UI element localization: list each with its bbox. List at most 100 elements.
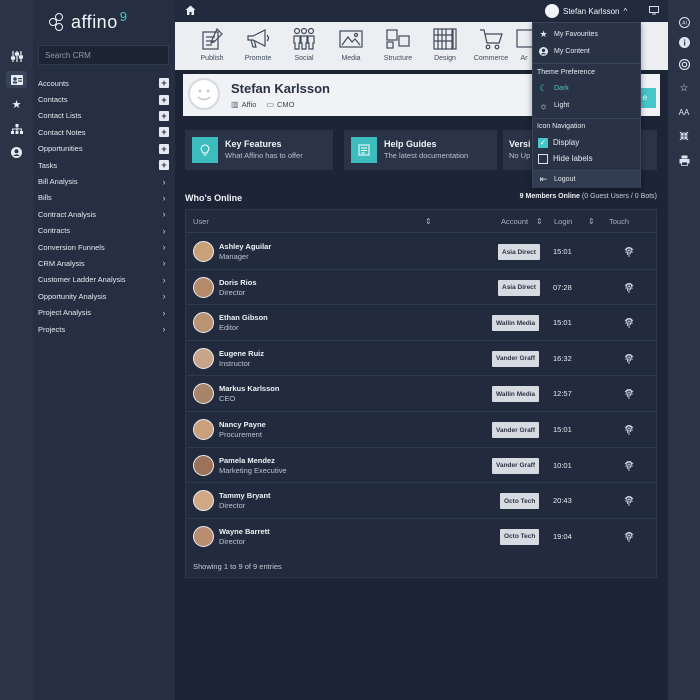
option-hide-labels[interactable]: Hide labels [533, 150, 640, 167]
table-row[interactable]: Doris Rios Director Asia Direct 07:28 [186, 270, 656, 306]
sidebar-item-projects[interactable]: Projects › [38, 321, 169, 337]
sidebar-item-bills[interactable]: Bills › [38, 190, 169, 206]
theme-option-dark[interactable]: ☾ Dark [533, 80, 640, 97]
account-badge[interactable]: Asia Direct [498, 279, 540, 296]
table-row[interactable]: Tammy Bryant Director Octo Tech 20:43 [186, 483, 656, 519]
contact-card-icon[interactable] [6, 71, 27, 88]
user-name[interactable]: Nancy Payne [219, 420, 266, 429]
monitor-icon[interactable] [649, 6, 659, 15]
column-account[interactable]: Account [501, 217, 528, 226]
table-row[interactable]: Ethan Gibson Editor Wallin Media 15:01 [186, 305, 656, 341]
add-icon[interactable]: + [159, 143, 169, 154]
star-outline-icon[interactable]: ☆ [676, 81, 692, 95]
sidebar-item-conversion-funnels[interactable]: Conversion Funnels › [38, 239, 169, 255]
fingerprint-icon[interactable] [623, 387, 635, 400]
add-icon[interactable]: + [159, 94, 169, 105]
fingerprint-icon[interactable] [623, 423, 635, 436]
fingerprint-icon[interactable] [623, 281, 635, 294]
fingerprint-icon[interactable] [623, 494, 635, 507]
checkbox-checked[interactable]: ✓ [538, 137, 548, 148]
user-name[interactable]: Ethan Gibson [219, 313, 268, 322]
tool-structure[interactable]: Structure [376, 26, 420, 68]
column-login[interactable]: Login [554, 217, 572, 226]
sidebar-item-opportunity-analysis[interactable]: Opportunity Analysis › [38, 288, 169, 304]
add-icon[interactable]: + [159, 110, 169, 121]
account-badge[interactable]: Vander Graff [492, 422, 540, 438]
column-touch[interactable]: Touch [609, 217, 629, 226]
user-name[interactable]: Ashley Aguilar [219, 242, 271, 251]
info-icon[interactable] [676, 35, 692, 49]
sidebar-item-bill-analysis[interactable]: Bill Analysis › [38, 173, 169, 189]
life-ring-icon[interactable] [676, 57, 692, 71]
tool-commerce[interactable]: Commerce [469, 26, 513, 68]
search-input[interactable] [38, 45, 169, 65]
sliders-icon[interactable] [6, 48, 27, 65]
table-row[interactable]: Markus Karlsson CEO Wallin Media 12:57 [186, 376, 656, 412]
text-size-icon[interactable]: AA [676, 105, 692, 119]
column-user[interactable]: User [193, 217, 209, 226]
tool-design[interactable]: Design [423, 26, 467, 68]
print-icon[interactable] [676, 153, 692, 167]
fingerprint-icon[interactable] [623, 459, 635, 472]
add-icon[interactable]: + [159, 78, 169, 89]
sort-icon[interactable]: ⇕ [536, 217, 543, 226]
sort-icon[interactable]: ⇕ [588, 217, 595, 226]
table-row[interactable]: Pamela Mendez Marketing Executive Vander… [186, 448, 656, 484]
sidebar-item-contracts[interactable]: Contracts › [38, 223, 169, 239]
tool-publish[interactable]: Publish [190, 26, 234, 68]
account-badge[interactable]: Asia Direct [498, 244, 540, 260]
sidebar-item-customer-ladder-analysis[interactable]: Customer Ladder Analysis › [38, 272, 169, 288]
option-display[interactable]: ✓ Display [533, 134, 640, 151]
sidebar-item-opportunities[interactable]: Opportunities + [38, 141, 169, 157]
sidebar-item-project-analysis[interactable]: Project Analysis › [38, 304, 169, 320]
sidebar-item-contact-notes[interactable]: Contact Notes + [38, 124, 169, 140]
sitemap-icon[interactable] [6, 120, 27, 137]
account-badge[interactable]: Vander Graff [492, 457, 540, 474]
user-circle-icon[interactable] [6, 144, 27, 161]
star-icon[interactable]: ★ [6, 96, 27, 113]
sidebar-item-crm-analysis[interactable]: CRM Analysis › [38, 255, 169, 271]
account-badge[interactable]: Octo Tech [500, 528, 540, 545]
add-icon[interactable]: + [159, 160, 169, 171]
tool-promote[interactable]: Promote [236, 26, 280, 68]
sidebar-item-contact-lists[interactable]: Contact Lists + [38, 108, 169, 124]
fingerprint-icon[interactable] [623, 245, 635, 258]
table-row[interactable]: Nancy Payne Procurement Vander Graff 15:… [186, 412, 656, 448]
home-icon[interactable] [185, 5, 196, 16]
menu-item-my-content[interactable]: My Content [533, 43, 640, 60]
user-name[interactable]: Pamela Mendez [219, 456, 275, 465]
account-badge[interactable]: Wallin Media [492, 315, 540, 332]
sidebar-item-accounts[interactable]: Accounts + [38, 75, 169, 91]
add-icon[interactable]: + [159, 127, 169, 138]
sidebar-item-contacts[interactable]: Contacts + [38, 91, 169, 107]
table-row[interactable]: Ashley Aguilar Manager Asia Direct 15:01 [186, 234, 656, 270]
table-row[interactable]: Eugene Ruiz Instructor Vander Graff 16:3… [186, 341, 656, 377]
sidebar-item-contract-analysis[interactable]: Contract Analysis › [38, 206, 169, 222]
user-name[interactable]: Wayne Barrett [219, 527, 270, 536]
fingerprint-icon[interactable] [623, 530, 635, 543]
user-name[interactable]: Doris Rios [219, 278, 257, 287]
sort-icon[interactable]: ⇕ [425, 217, 432, 226]
user-name[interactable]: Eugene Ruiz [219, 349, 264, 358]
tool-ar[interactable]: Ar [515, 26, 533, 68]
checkbox-unchecked[interactable] [538, 153, 548, 164]
fingerprint-icon[interactable] [623, 316, 635, 329]
key-features-card[interactable]: Key Features What Affino has to offer [185, 130, 333, 170]
menu-item-logout[interactable]: ⇤ Logout [533, 171, 640, 188]
tool-social[interactable]: Social [282, 26, 326, 68]
theme-option-light[interactable]: ☼ Light [533, 97, 640, 114]
fingerprint-icon[interactable] [623, 352, 635, 365]
account-badge[interactable]: Octo Tech [500, 493, 540, 510]
collapse-icon[interactable] [676, 129, 692, 143]
user-menu[interactable]: Stefan Karlsson ^ [545, 4, 627, 18]
help-guides-card[interactable]: Help Guides The latest documentation [344, 130, 497, 170]
user-name[interactable]: Markus Karlsson [219, 384, 279, 393]
table-row[interactable]: Wayne Barrett Director Octo Tech 19:04 [186, 519, 656, 555]
tool-media[interactable]: Media [329, 26, 373, 68]
ai-icon[interactable]: AI [676, 15, 692, 29]
account-badge[interactable]: Vander Graff [492, 350, 540, 367]
affino-logo[interactable]: affino 9 [49, 9, 127, 34]
account-badge[interactable]: Wallin Media [492, 386, 540, 403]
sidebar-item-tasks[interactable]: Tasks + [38, 157, 169, 173]
user-name[interactable]: Tammy Bryant [219, 491, 271, 500]
